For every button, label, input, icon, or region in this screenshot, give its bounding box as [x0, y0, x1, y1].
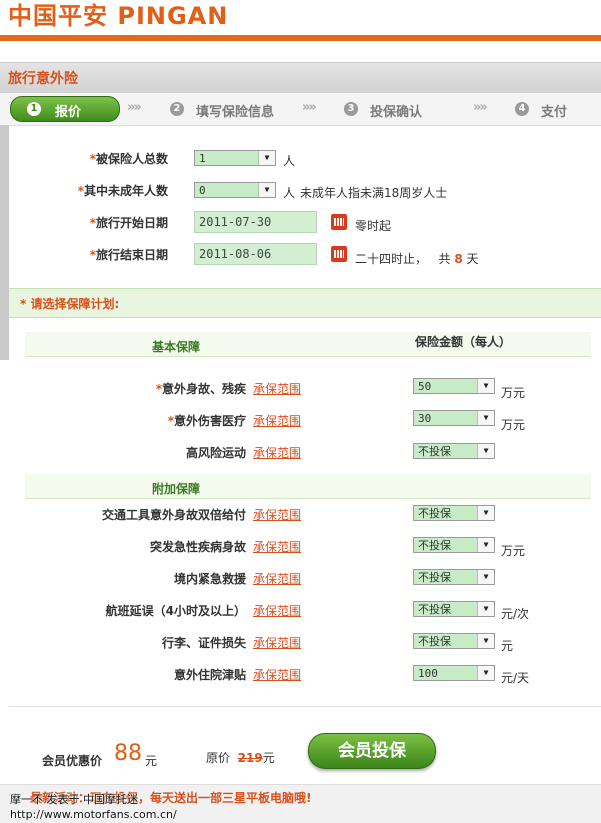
coverage-label: *意外伤害医疗 — [167, 414, 246, 428]
coverage-select[interactable]: 不投保 ▼ — [413, 505, 495, 521]
end-date-input[interactable]: 2011-08-06 — [194, 243, 317, 265]
start-date-label: *旅行开始日期 — [89, 216, 168, 230]
chevron-down-icon: ▼ — [477, 411, 494, 425]
step-label: 报价 — [55, 105, 82, 120]
chevron-down-icon: ▼ — [477, 379, 494, 393]
step-number: 1 — [27, 102, 41, 116]
chevron-down-icon: ▼ — [477, 444, 494, 458]
basic-coverage-title: 基本保障 — [152, 340, 201, 354]
scope-link[interactable]: 承保范围 — [253, 412, 301, 429]
chevron-down-icon: ▼ — [477, 666, 494, 680]
end-date-label: *旅行结束日期 — [89, 248, 168, 262]
unit-label: 人 — [283, 186, 296, 200]
extra-coverage-header — [25, 474, 591, 499]
step-number: 4 — [515, 102, 529, 116]
plan-title: * 请选择保障计划: — [20, 297, 120, 311]
start-date-input[interactable]: 2011-07-30 — [194, 211, 317, 233]
coverage-label: 航班延误（4小时及以上） — [105, 604, 246, 618]
total-insured-label: *被保险人总数 — [89, 152, 168, 166]
minors-label: *其中未成年人数 — [77, 184, 168, 198]
coverage-select[interactable]: 30 ▼ — [413, 410, 495, 426]
member-price: 88 — [114, 741, 142, 766]
chevron-down-icon: ▼ — [477, 602, 494, 616]
unit-label: 万元 — [501, 418, 526, 432]
watermark: 摩一不 发表于 中国摩托迷 http://www.motorfans.com.cn… — [10, 793, 177, 821]
coverage-select[interactable]: 50 ▼ — [413, 378, 495, 394]
step-number: 2 — [170, 102, 184, 116]
chevron-down-icon: ▼ — [258, 151, 275, 165]
coverage-select[interactable]: 不投保 ▼ — [413, 633, 495, 649]
member-price-label: 会员优惠价 — [42, 754, 103, 768]
coverage-select[interactable]: 不投保 ▼ — [413, 537, 495, 553]
minors-note: 未成年人指未满18周岁人士 — [300, 186, 448, 200]
progress-steps: 1 报价 »» 2 填写保险信息 »» 3 投保确认 »» 4 支付 — [0, 93, 601, 126]
chevron-down-icon: ▼ — [477, 538, 494, 552]
member-price-currency: 元 — [145, 754, 158, 768]
title-band — [0, 62, 601, 93]
left-scroll-strip — [0, 125, 9, 360]
step-arrow-icon: »» — [473, 100, 488, 115]
chevron-down-icon: ▼ — [477, 506, 494, 520]
scope-link[interactable]: 承保范围 — [253, 602, 301, 619]
coverage-label: *意外身故、残疾 — [155, 382, 246, 396]
coverage-select[interactable]: 不投保 ▼ — [413, 601, 495, 617]
start-date-suffix: 零时起 — [355, 219, 392, 233]
end-date-suffix: 二十四时止， 共 8 天 — [355, 252, 479, 266]
total-insured-select[interactable]: 1 ▼ — [194, 150, 276, 166]
unit-label: 万元 — [501, 386, 526, 400]
step-fill-info: 填写保险信息 — [196, 105, 275, 120]
minors-select[interactable]: 0 ▼ — [194, 182, 276, 198]
header: 中国平安 PINGAN — [0, 0, 601, 58]
unit-label: 元/天 — [501, 671, 530, 685]
step-quote[interactable]: 1 报价 — [10, 96, 120, 122]
unit-label: 万元 — [501, 544, 526, 558]
logo: 中国平安 PINGAN — [8, 2, 229, 30]
unit-label: 元/次 — [501, 607, 530, 621]
scope-link[interactable]: 承保范围 — [253, 444, 301, 461]
chevron-down-icon: ▼ — [258, 183, 275, 197]
scope-link[interactable]: 承保范围 — [253, 380, 301, 397]
unit-label: 元 — [501, 639, 514, 653]
coverage-label: 交通工具意外身故双倍给付 — [101, 508, 246, 522]
scope-link[interactable]: 承保范围 — [253, 570, 301, 587]
member-insure-button[interactable]: 会员投保 — [308, 733, 436, 769]
scope-link[interactable]: 承保范围 — [253, 506, 301, 523]
amount-header: 保险金额（每人） — [415, 335, 512, 349]
chevron-down-icon: ▼ — [477, 634, 494, 648]
coverage-select[interactable]: 不投保 ▼ — [413, 569, 495, 585]
original-price: 原价 219元 — [206, 751, 275, 765]
step-confirm: 投保确认 — [370, 105, 423, 120]
extra-coverage-title: 附加保障 — [152, 482, 201, 496]
step-pay: 支付 — [541, 105, 568, 120]
calendar-icon[interactable] — [331, 214, 347, 230]
coverage-label: 境内紧急救援 — [173, 572, 246, 586]
coverage-label: 意外住院津贴 — [173, 668, 246, 682]
header-accent-bar — [0, 35, 601, 41]
scope-link[interactable]: 承保范围 — [253, 538, 301, 555]
coverage-select[interactable]: 100 ▼ — [413, 665, 495, 681]
chevron-down-icon: ▼ — [477, 570, 494, 584]
coverage-label: 行李、证件损失 — [161, 636, 246, 650]
calendar-icon[interactable] — [331, 246, 347, 262]
coverage-select[interactable]: 不投保 ▼ — [413, 443, 495, 459]
step-arrow-icon: »» — [302, 100, 317, 115]
divider — [9, 706, 601, 707]
step-number: 3 — [344, 102, 358, 116]
scope-link[interactable]: 承保范围 — [253, 666, 301, 683]
scope-link[interactable]: 承保范围 — [253, 634, 301, 651]
unit-label: 人 — [283, 154, 296, 168]
step-arrow-icon: »» — [127, 100, 142, 115]
coverage-label: 高风险运动 — [185, 446, 246, 460]
coverage-label: 突发急性疾病身故 — [149, 540, 246, 554]
page-title: 旅行意外险 — [8, 71, 78, 87]
